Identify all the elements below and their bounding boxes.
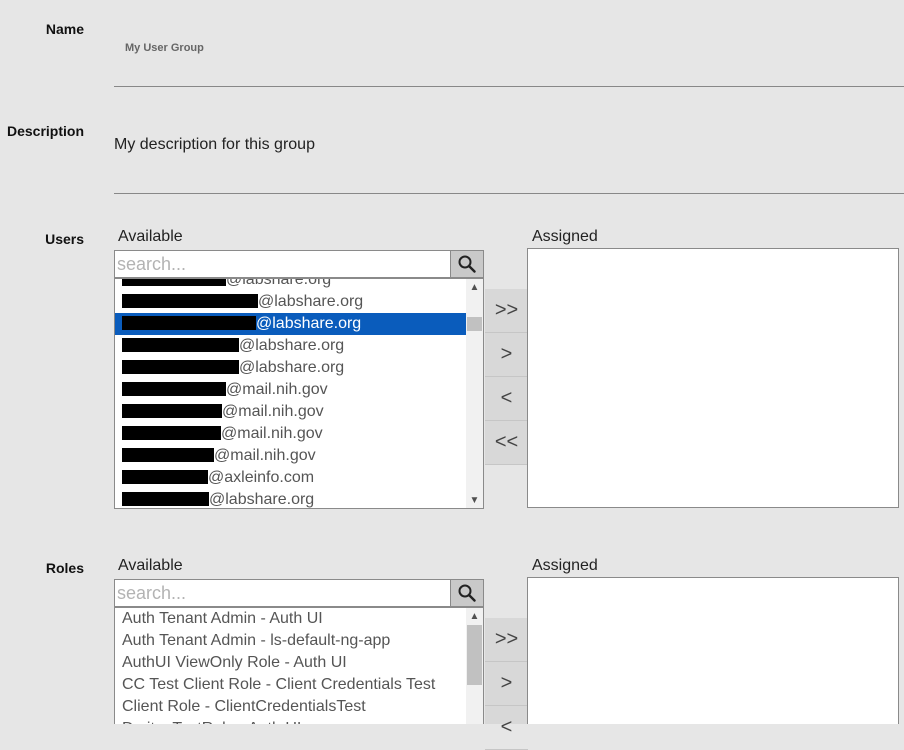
users-search-input[interactable] (115, 251, 455, 277)
user-list-item[interactable]: @labshare.org (115, 335, 466, 357)
user-list-item[interactable]: @labshare.org (115, 313, 466, 335)
email-domain: @labshare.org (239, 359, 345, 376)
email-domain: @mail.nih.gov (214, 447, 316, 464)
roles-available-list[interactable]: Auth Tenant Admin - Auth UI Auth Tenant A… (114, 607, 484, 724)
roles-available-label: Available (118, 557, 183, 574)
redacted-username (122, 315, 256, 330)
roles-add-all-button[interactable]: >> (485, 618, 528, 662)
email-domain: @mail.nih.gov (226, 381, 328, 398)
users-search-box (114, 250, 484, 278)
users-remove-all-button[interactable]: << (485, 421, 528, 465)
users-assigned-label: Assigned (532, 228, 598, 245)
roles-assigned-list[interactable] (527, 577, 899, 724)
email-domain: @labshare.org (256, 315, 362, 332)
users-list-scrollbar[interactable]: ▲ ▼ (466, 279, 483, 508)
scroll-down-icon[interactable]: ▼ (466, 492, 483, 508)
scroll-up-icon[interactable]: ▲ (466, 279, 483, 295)
redacted-username (122, 381, 226, 396)
roles-search-box (114, 579, 484, 607)
role-list-item[interactable]: Auth Tenant Admin - Auth UI (115, 608, 466, 630)
users-add-button[interactable]: > (485, 333, 528, 377)
email-domain: @mail.nih.gov (221, 425, 323, 442)
users-available-list[interactable]: @labshare.org @labshare.org @labshare.org @… (114, 278, 484, 509)
role-list-item[interactable]: Dmitry TestRole - Auth UI (115, 718, 466, 724)
redacted-username (122, 469, 208, 484)
email-domain: @mail.nih.gov (222, 403, 324, 420)
name-input[interactable]: My User Group (125, 42, 204, 54)
roles-add-button[interactable]: > (485, 662, 528, 706)
redacted-username (122, 293, 258, 308)
description-label: Description (6, 123, 84, 139)
users-remove-button[interactable]: < (485, 377, 528, 421)
scroll-up-icon[interactable]: ▲ (466, 608, 483, 624)
redacted-username (122, 279, 226, 286)
redacted-username (122, 447, 214, 462)
roles-scroll-thumb[interactable] (467, 625, 482, 685)
user-list-item[interactable]: @mail.nih.gov (115, 379, 466, 401)
roles-list-items: Auth Tenant Admin - Auth UI Auth Tenant A… (115, 608, 466, 724)
search-icon (458, 584, 476, 602)
roles-assigned-label: Assigned (532, 557, 598, 574)
roles-list-scrollbar[interactable]: ▲ (466, 608, 483, 724)
roles-search-input[interactable] (115, 580, 455, 606)
user-list-item[interactable]: @mail.nih.gov (115, 401, 466, 423)
users-assigned-list[interactable] (527, 248, 899, 508)
redacted-username (122, 425, 221, 440)
email-domain: @labshare.org (239, 337, 345, 354)
redacted-username (122, 359, 239, 374)
users-available-label: Available (118, 228, 183, 245)
redacted-username (122, 337, 239, 352)
users-label: Users (45, 231, 84, 247)
name-label: Name (45, 21, 84, 37)
users-add-all-button[interactable]: >> (485, 289, 528, 333)
users-move-buttons: >> > < << (485, 289, 528, 465)
email-domain: @labshare.org (209, 491, 315, 508)
role-list-item[interactable]: AuthUI ViewOnly Role - Auth UI (115, 652, 466, 674)
search-icon (458, 255, 476, 273)
roles-remove-button[interactable]: < (485, 706, 528, 750)
role-list-item[interactable]: Client Role - ClientCredentialsTest (115, 696, 466, 718)
email-domain: @labshare.org (258, 293, 364, 310)
roles-move-buttons: >> > < (485, 618, 528, 750)
description-input[interactable]: My description for this group (114, 136, 315, 154)
name-underline (114, 86, 904, 87)
redacted-username (122, 491, 209, 506)
redacted-username (122, 403, 222, 418)
role-list-item[interactable]: Auth Tenant Admin - ls-default-ng-app (115, 630, 466, 652)
user-list-item[interactable]: @labshare.org (115, 278, 466, 291)
description-underline (114, 193, 904, 194)
user-list-item[interactable]: @mail.nih.gov (115, 423, 466, 445)
users-scroll-thumb[interactable] (467, 317, 482, 331)
roles-search-button[interactable] (450, 580, 483, 606)
user-list-item[interactable]: @mail.nih.gov (115, 445, 466, 467)
users-search-button[interactable] (450, 251, 483, 277)
users-list-items: @labshare.org @labshare.org @labshare.org @… (115, 278, 466, 508)
email-domain: @axleinfo.com (208, 469, 315, 486)
user-list-item[interactable]: @axleinfo.com (115, 467, 466, 489)
roles-label: Roles (45, 560, 84, 576)
email-domain: @labshare.org (226, 278, 332, 288)
user-list-item[interactable]: @labshare.org (115, 489, 466, 508)
role-list-item[interactable]: CC Test Client Role - Client Credentials… (115, 674, 466, 696)
user-list-item[interactable]: @labshare.org (115, 357, 466, 379)
user-list-item[interactable]: @labshare.org (115, 291, 466, 313)
